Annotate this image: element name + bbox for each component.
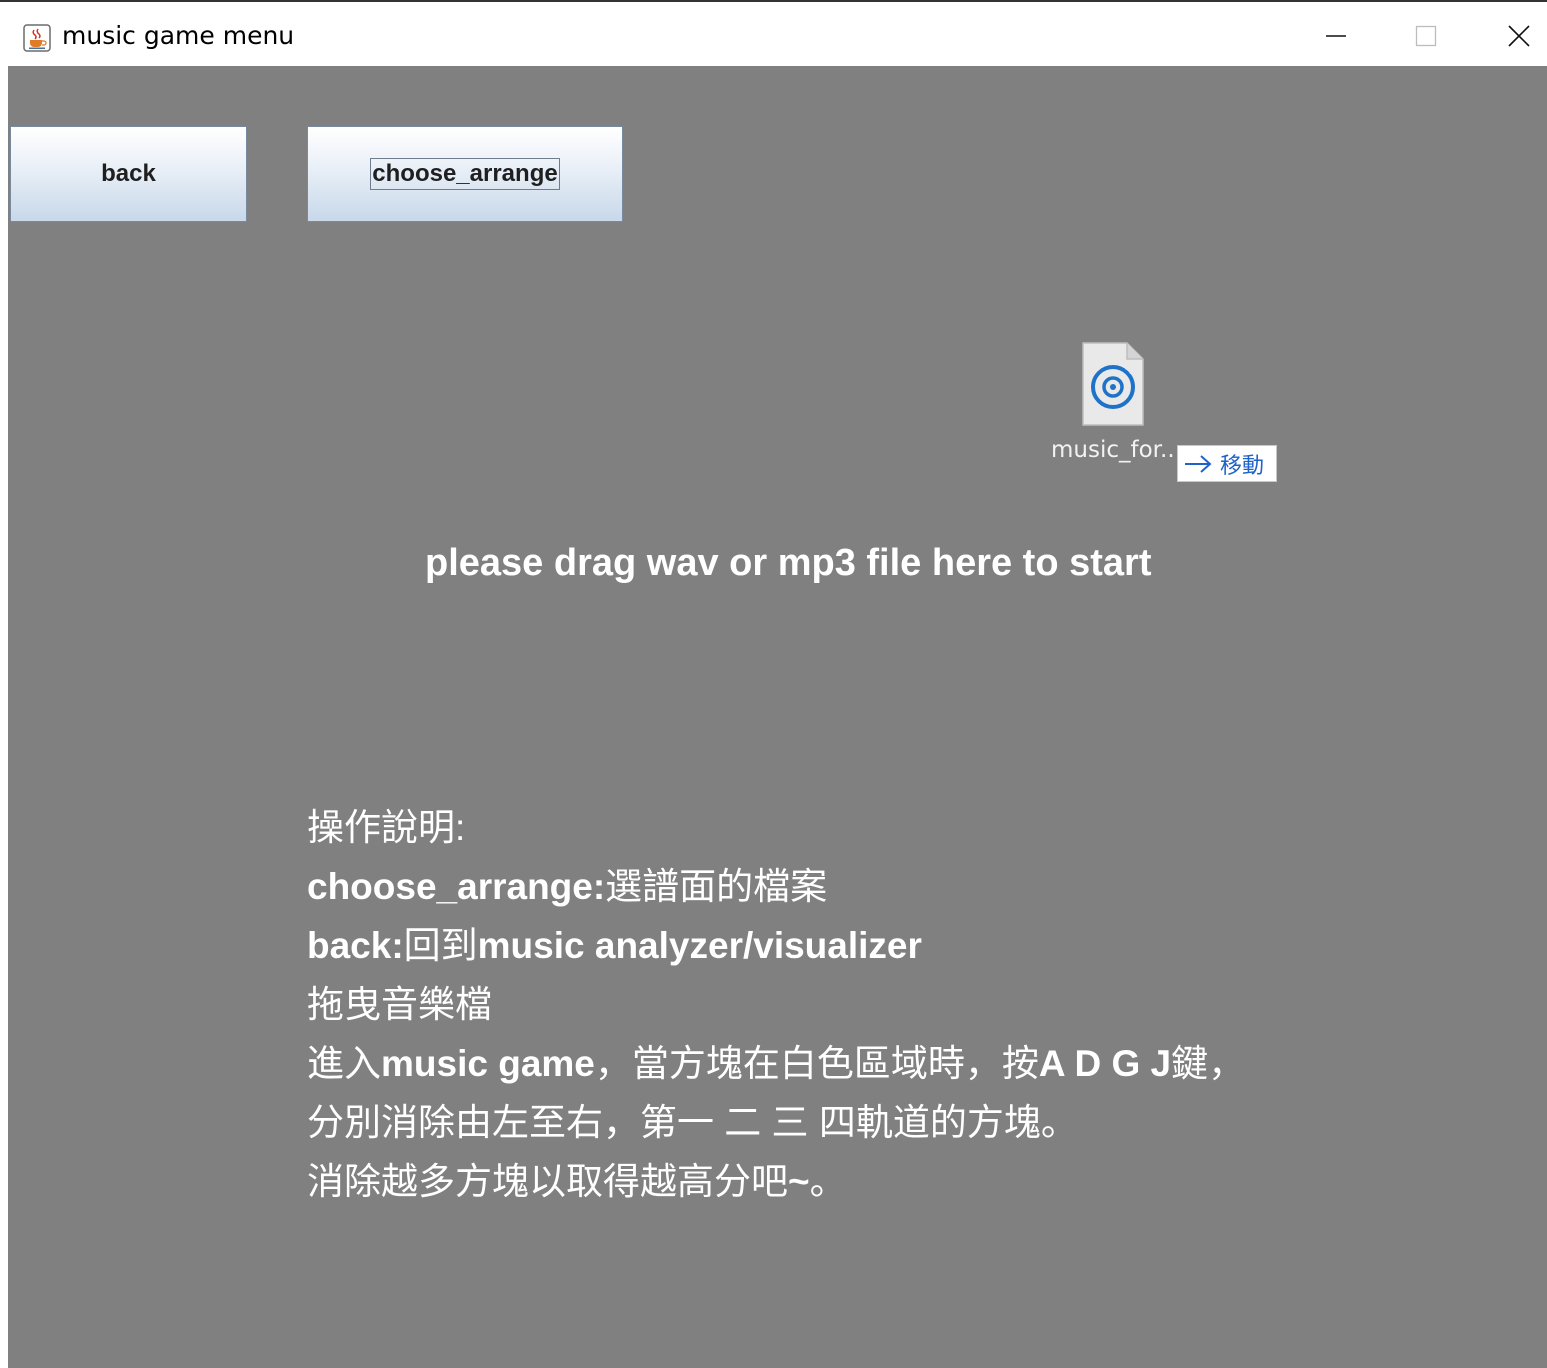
instruction-line: 操作說明: xyxy=(307,798,1245,857)
instruction-line: 拖曳音樂檔 xyxy=(307,975,1245,1034)
close-icon xyxy=(1508,25,1530,47)
audio-file-icon[interactable] xyxy=(1081,341,1145,427)
instruction-text: ~ xyxy=(788,1161,810,1202)
instructions-block: 操作說明: choose_arrange:選譜面的檔案 back:回到music… xyxy=(307,798,1245,1211)
instruction-text: ，當方塊在白色區域時，按 xyxy=(594,1043,1039,1084)
instruction-line: 分別消除由左至右，第一 二 三 四軌道的方塊。 xyxy=(307,1093,1245,1152)
minimize-icon xyxy=(1326,35,1346,37)
choose-arrange-button-label: choose_arrange xyxy=(370,158,560,190)
title-bar[interactable]: music game menu xyxy=(0,6,1547,66)
instruction-text: 分別消除由左至右，第一 二 三 四軌道的方塊。 xyxy=(307,1102,1078,1143)
window-title: music game menu xyxy=(62,21,295,50)
app-window: music game menu back choose_arrange musi… xyxy=(0,0,1547,1368)
instruction-text: 鍵， xyxy=(1171,1043,1246,1084)
instruction-text: music game xyxy=(381,1043,595,1084)
instruction-text: 進入 xyxy=(307,1043,381,1084)
drag-hint-text: please drag wav or mp3 file here to star… xyxy=(425,542,1152,584)
instruction-line: 進入music game，當方塊在白色區域時，按A D G J鍵， xyxy=(307,1034,1245,1093)
instruction-text: 。 xyxy=(809,1161,847,1202)
move-tooltip-label: 移動 xyxy=(1220,452,1265,478)
close-button[interactable] xyxy=(1473,6,1547,66)
arrow-right-icon xyxy=(1185,454,1212,473)
maximize-icon xyxy=(1415,25,1437,47)
instruction-line: choose_arrange:選譜面的檔案 xyxy=(307,857,1245,916)
instruction-text: A D G J xyxy=(1038,1043,1172,1084)
instruction-line: back:回到music analyzer/visualizer xyxy=(307,916,1245,975)
choose-arrange-button[interactable]: choose_arrange xyxy=(307,126,623,222)
instruction-text: 消除越多方塊以取得越高分吧 xyxy=(307,1161,788,1202)
maximize-button[interactable] xyxy=(1380,6,1472,66)
move-tooltip: 移動 xyxy=(1177,445,1277,482)
minimize-button[interactable] xyxy=(1290,6,1382,66)
drop-panel[interactable]: back choose_arrange music_for... 移動 plea… xyxy=(8,66,1547,1368)
instruction-text: 回到 xyxy=(403,925,478,966)
instruction-text: choose_arrange: xyxy=(307,866,606,907)
instruction-heading: 操作說明: xyxy=(307,807,466,848)
instruction-line: 消除越多方塊以取得越高分吧~。 xyxy=(307,1152,1245,1211)
back-button[interactable]: back xyxy=(10,126,247,222)
back-button-label: back xyxy=(101,160,156,187)
dragged-file-name: music_for... xyxy=(1051,437,1182,463)
instruction-text: back: xyxy=(307,925,404,966)
java-cup-icon xyxy=(23,24,51,52)
instruction-text: music analyzer/visualizer xyxy=(477,925,922,966)
instruction-text: 拖曳音樂檔 xyxy=(307,984,492,1025)
instruction-text: 選譜面的檔案 xyxy=(605,866,828,907)
